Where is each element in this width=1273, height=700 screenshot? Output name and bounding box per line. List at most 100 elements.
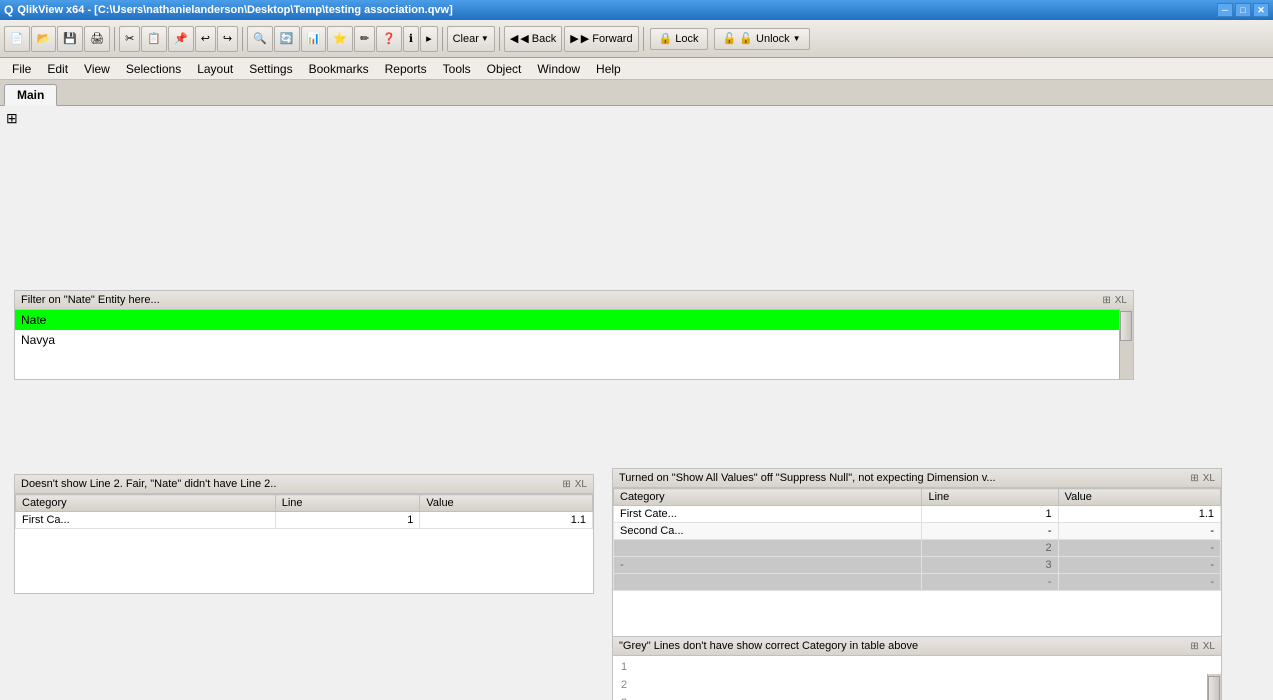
help-button[interactable]: ❓ (376, 26, 402, 52)
right-cat-2: Second Ca... (614, 523, 922, 540)
menu-window[interactable]: Window (529, 58, 588, 79)
filter-panel: Filter on "Nate" Entity here... ⊞ XL Nat… (14, 290, 1134, 380)
menu-file[interactable]: File (4, 58, 39, 79)
maximize-button[interactable]: □ (1235, 3, 1251, 17)
app-icon: Q (4, 3, 13, 17)
sep3 (442, 27, 443, 51)
left-data-table: Category Line Value First Ca... 1 1.1 (15, 494, 593, 529)
forward-button[interactable]: ▶ ▶ Forward (564, 26, 638, 52)
grey-scroll-thumb[interactable] (1208, 676, 1220, 700)
minimize-button[interactable]: ─ (1217, 3, 1233, 17)
tab-bar: Main (0, 80, 1273, 106)
copy-button[interactable]: 📋 (141, 26, 167, 52)
left-table-xl: ⊞ XL (562, 479, 587, 490)
grey-list: 1 2 3 (613, 656, 1207, 700)
menu-view[interactable]: View (76, 58, 118, 79)
unlock-icon: 🔓 (723, 32, 737, 45)
menu-bookmarks[interactable]: Bookmarks (301, 58, 377, 79)
arrow-button[interactable]: ▸ (420, 26, 438, 52)
right-line-1: 1 (922, 506, 1058, 523)
filter-item-navya[interactable]: Navya (15, 330, 1133, 350)
lock-icon: 🔒 (659, 32, 673, 45)
menu-selections[interactable]: Selections (118, 58, 189, 79)
left-table-panel: Doesn't show Line 2. Fair, "Nate" didn't… (14, 474, 594, 594)
menu-reports[interactable]: Reports (377, 58, 435, 79)
right-cat-4: - (614, 557, 922, 574)
main-content: ⊞ Filter on "Nate" Entity here... ⊞ XL N… (0, 106, 1273, 700)
right-cat-5 (614, 574, 922, 591)
filter-panel-xl: ⊞ XL (1102, 295, 1127, 306)
save-button[interactable]: 💾 (57, 26, 83, 52)
file-tools: 📄 📂 💾 🖨 (4, 26, 110, 52)
left-col-line: Line (275, 495, 420, 512)
unlock-button[interactable]: 🔓 🔓 Unlock ▼ (714, 28, 810, 50)
left-xl-icon: ⊞ (562, 479, 570, 490)
filter-list: Nate Navya (15, 310, 1133, 350)
table-row: 2 - (614, 540, 1221, 557)
grey-list-container: 1 2 3 (613, 656, 1221, 700)
clear-label: Clear (453, 33, 479, 45)
menu-object[interactable]: Object (479, 58, 530, 79)
back-icon: ◀ (510, 32, 518, 45)
menu-layout[interactable]: Layout (189, 58, 241, 79)
right-table-panel: Turned on "Show All Values" off "Suppres… (612, 468, 1222, 648)
grey-item-3: 3 (615, 694, 1205, 700)
print-button[interactable]: 🖨 (84, 26, 110, 52)
right-val-5: - (1058, 574, 1220, 591)
close-button[interactable]: ✕ (1253, 3, 1269, 17)
right-col-category: Category (614, 489, 922, 506)
bookmark-button[interactable]: ⭐ (327, 26, 353, 52)
paste-button[interactable]: 📌 (168, 26, 194, 52)
table-row: First Ca... 1 1.1 (16, 512, 593, 529)
grid-icon: ⊞ (6, 110, 18, 127)
left-cell-category-1: First Ca... (16, 512, 276, 529)
right-table-title: Turned on "Show All Values" off "Suppres… (619, 472, 996, 484)
reload-button[interactable]: 🔄 (274, 26, 300, 52)
clear-button[interactable]: Clear ▼ (447, 26, 495, 52)
right-val-4: - (1058, 557, 1220, 574)
right-xl-label: XL (1203, 473, 1215, 484)
left-col-category: Category (16, 495, 276, 512)
back-button[interactable]: ◀ ◀ Back (504, 26, 562, 52)
search-button[interactable]: 🔍 (247, 26, 273, 52)
menubar: File Edit View Selections Layout Setting… (0, 58, 1273, 80)
open-button[interactable]: 📂 (31, 26, 57, 52)
filter-panel-title: Filter on "Nate" Entity here... (21, 294, 160, 306)
grey-panel-title: "Grey" Lines don't have show correct Cat… (619, 640, 918, 652)
cut-button[interactable]: ✂ (119, 26, 140, 52)
undo-button[interactable]: ↩ (195, 26, 216, 52)
filter-scrollbar[interactable] (1119, 309, 1133, 379)
right-data-table: Category Line Value First Cate... 1 1.1 … (613, 488, 1221, 591)
filter-item-nate[interactable]: Nate (15, 310, 1133, 330)
grey-lines-panel: "Grey" Lines don't have show correct Cat… (612, 636, 1222, 700)
unlock-label: 🔓 Unlock (739, 32, 789, 45)
sep5 (643, 27, 644, 51)
new-button[interactable]: 📄 (4, 26, 30, 52)
menu-settings[interactable]: Settings (241, 58, 300, 79)
menu-tools[interactable]: Tools (435, 58, 479, 79)
right-val-3: - (1058, 540, 1220, 557)
filter-scroll-thumb[interactable] (1120, 311, 1132, 341)
right-line-5: - (922, 574, 1058, 591)
grey-scrollbar[interactable] (1207, 674, 1221, 700)
redo-button[interactable]: ↪ (217, 26, 238, 52)
right-line-3: 2 (922, 540, 1058, 557)
filter-item-navya-label: Navya (21, 333, 55, 347)
sep2 (242, 27, 243, 51)
window-title: QlikView x64 - [C:\Users\nathanielanders… (17, 4, 452, 16)
menu-edit[interactable]: Edit (39, 58, 76, 79)
chart-button[interactable]: 📊 (301, 26, 327, 52)
right-col-value: Value (1058, 489, 1220, 506)
lock-button[interactable]: 🔒 Lock (650, 28, 708, 50)
toolbar: 📄 📂 💾 🖨 ✂ 📋 📌 ↩ ↪ 🔍 🔄 📊 ⭐ ✏ ❓ ℹ ▸ Clear … (0, 20, 1273, 58)
filter-panel-header: Filter on "Nate" Entity here... ⊞ XL (15, 291, 1133, 310)
tab-main[interactable]: Main (4, 84, 57, 106)
menu-help[interactable]: Help (588, 58, 629, 79)
edit-tools: ✂ 📋 📌 ↩ ↪ (119, 26, 238, 52)
left-cell-line-1: 1 (275, 512, 420, 529)
grey-item-1: 1 (615, 658, 1205, 676)
clear-dropdown-arrow: ▼ (481, 34, 489, 43)
search-tools: 🔍 🔄 📊 ⭐ ✏ ❓ ℹ ▸ (247, 26, 437, 52)
edit2-button[interactable]: ✏ (354, 26, 375, 52)
help2-button[interactable]: ℹ (403, 26, 419, 52)
